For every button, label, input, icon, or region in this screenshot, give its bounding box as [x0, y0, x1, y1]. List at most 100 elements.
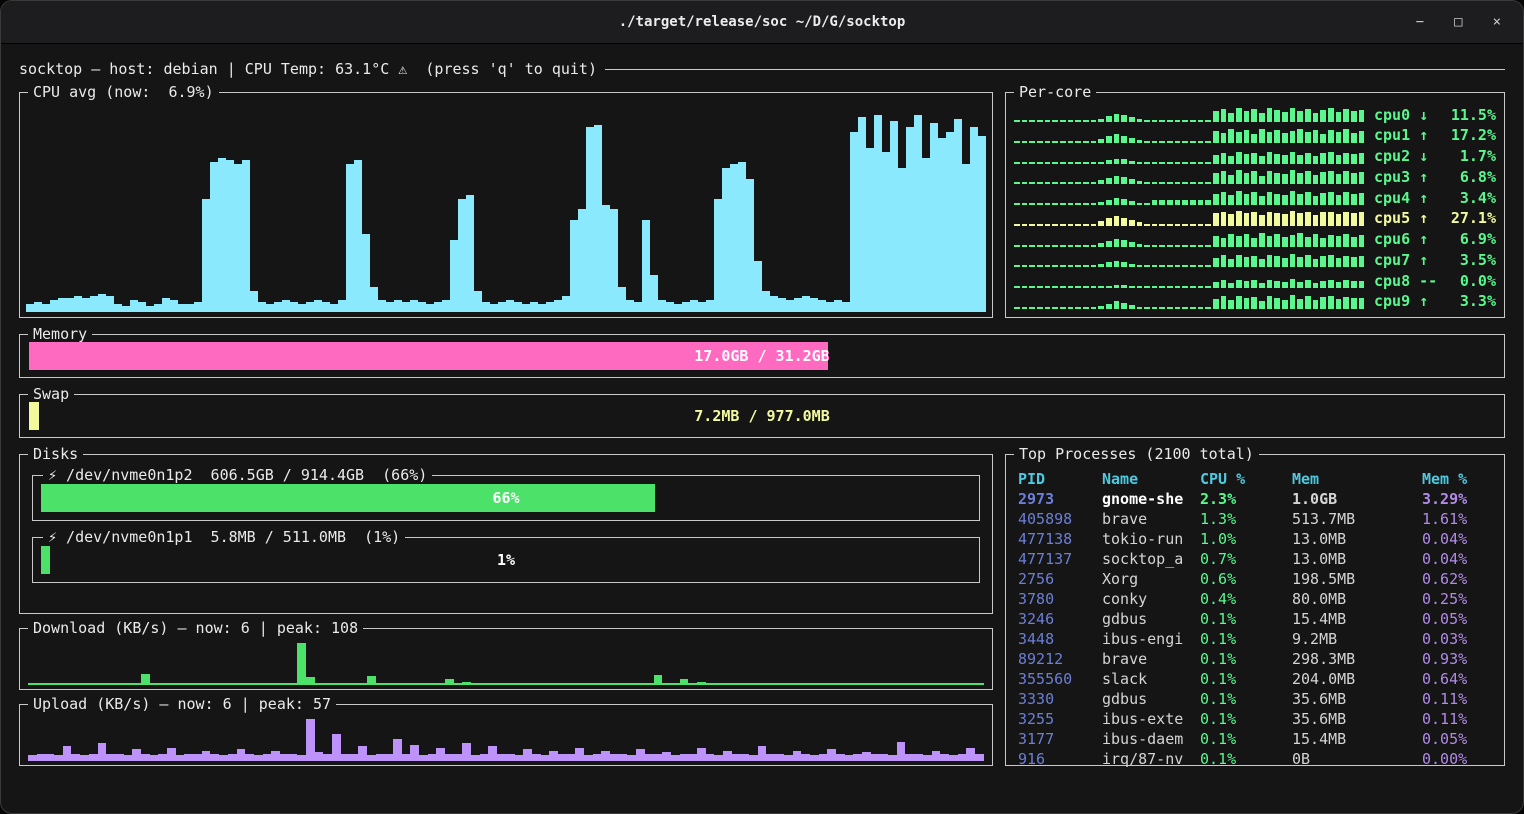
history-bar	[1305, 280, 1311, 288]
history-bar	[1320, 297, 1326, 309]
process-pid: 3246	[1018, 610, 1102, 628]
history-bar	[362, 234, 370, 312]
history-bar	[1014, 203, 1020, 205]
history-bar	[1267, 192, 1273, 205]
process-name: irq/87-nv	[1102, 750, 1200, 768]
history-bar	[1014, 162, 1020, 164]
history-bar	[801, 683, 810, 685]
process-row[interactable]: 2973gnome-she2.3%1.0GB3.29%	[1018, 489, 1494, 509]
history-bar	[289, 683, 298, 685]
history-bar	[1167, 307, 1173, 309]
history-bar	[1236, 255, 1242, 267]
history-bar	[1144, 224, 1150, 226]
history-bar	[1029, 224, 1035, 226]
history-bar	[723, 751, 732, 761]
process-cpu: 0.4%	[1200, 590, 1292, 608]
history-bar	[418, 302, 426, 312]
history-bar	[358, 746, 367, 761]
process-row[interactable]: 3177ibus-daem0.1%15.4MB0.05%	[1018, 729, 1494, 749]
history-bar	[1359, 256, 1365, 267]
history-bar	[1083, 265, 1089, 267]
history-bar	[450, 240, 458, 312]
history-bar	[1221, 171, 1227, 184]
history-bar	[254, 683, 263, 685]
history-bar	[1091, 120, 1097, 122]
history-bar	[1251, 171, 1257, 184]
history-bar	[1244, 281, 1250, 288]
history-bar	[1359, 153, 1365, 164]
history-bar	[1106, 136, 1112, 143]
process-rows: 2973gnome-she2.3%1.0GB3.29%405898brave1.…	[1018, 489, 1494, 769]
history-bar	[506, 300, 514, 312]
history-bar	[1037, 224, 1043, 226]
history-bar	[1114, 114, 1120, 122]
history-bar	[1282, 237, 1288, 247]
history-bar	[445, 754, 454, 761]
maximize-button[interactable]: □	[1454, 14, 1462, 30]
process-row[interactable]: 3330gdbus0.1%35.6MB0.11%	[1018, 689, 1494, 709]
history-bar	[1228, 214, 1234, 226]
history-bar	[610, 209, 618, 312]
history-bar	[1205, 245, 1211, 247]
process-row[interactable]: 405898brave1.3%513.7MB1.61%	[1018, 509, 1494, 529]
history-bar	[882, 152, 890, 312]
history-bar	[106, 754, 115, 761]
history-bar	[714, 755, 723, 761]
history-bar	[1060, 286, 1066, 288]
process-row[interactable]: 355560slack0.1%204.0MB0.64%	[1018, 669, 1494, 689]
history-bar	[570, 220, 578, 312]
history-bar	[810, 298, 818, 312]
history-bar	[1305, 212, 1311, 226]
history-bar	[346, 164, 354, 312]
history-bar	[914, 683, 923, 685]
close-button[interactable]: ×	[1493, 14, 1501, 30]
history-bar	[1205, 182, 1211, 184]
history-bar	[515, 755, 524, 761]
history-bar	[66, 298, 74, 312]
process-row[interactable]: 89212brave0.1%298.3MB0.93%	[1018, 649, 1494, 669]
history-bar	[1320, 134, 1326, 143]
process-row[interactable]: 2756Xorg0.6%198.5MB0.62%	[1018, 569, 1494, 589]
history-bar	[930, 123, 938, 312]
process-name: ibus-engi	[1102, 630, 1200, 648]
process-row[interactable]: 916irq/87-nv0.1%0B0.00%	[1018, 749, 1494, 769]
history-bar	[853, 683, 862, 685]
history-bar	[1114, 216, 1120, 226]
process-row[interactable]: 3255ibus-exte0.1%35.6MB0.11%	[1018, 709, 1494, 729]
process-name: brave	[1102, 510, 1200, 528]
history-bar	[1029, 286, 1035, 288]
history-bar	[1359, 281, 1365, 288]
history-bar	[124, 755, 133, 761]
core-usage-value: 3.3%	[1451, 292, 1496, 310]
history-bar	[1052, 162, 1058, 164]
history-bar	[202, 199, 210, 312]
history-bar	[1075, 265, 1081, 267]
process-row[interactable]: 3246gdbus0.1%15.4MB0.05%	[1018, 609, 1494, 629]
history-bar	[226, 160, 234, 312]
history-bar	[1052, 182, 1058, 184]
history-bar	[1244, 130, 1250, 143]
minimize-button[interactable]: −	[1416, 14, 1424, 30]
history-bar	[176, 755, 185, 761]
history-bar	[1014, 141, 1020, 143]
history-bar	[636, 749, 645, 761]
history-bar	[1052, 203, 1058, 205]
process-row[interactable]: 3780conky0.4%80.0MB0.25%	[1018, 589, 1494, 609]
process-row[interactable]: 477138tokio-run1.0%13.0MB0.04%	[1018, 529, 1494, 549]
history-bar	[1129, 264, 1135, 267]
history-bar	[1320, 193, 1326, 205]
history-bar	[1137, 140, 1143, 143]
process-row[interactable]: 477137socktop_a0.7%13.0MB0.04%	[1018, 549, 1494, 569]
history-bar	[879, 683, 888, 685]
process-cpu: 0.1%	[1200, 610, 1292, 628]
history-bar	[523, 749, 532, 761]
history-bar	[802, 296, 810, 312]
history-bar	[1144, 286, 1150, 288]
swap-gauge-label: 7.2MB / 977.0MB	[29, 402, 1495, 430]
core-sparkline	[1014, 294, 1364, 309]
core-usage-value: 1.7%	[1451, 147, 1496, 165]
history-bar	[1328, 130, 1334, 143]
process-row[interactable]: 3448ibus-engi0.1%9.2MB0.03%	[1018, 629, 1494, 649]
history-bar	[263, 683, 272, 685]
history-bar	[858, 117, 866, 312]
